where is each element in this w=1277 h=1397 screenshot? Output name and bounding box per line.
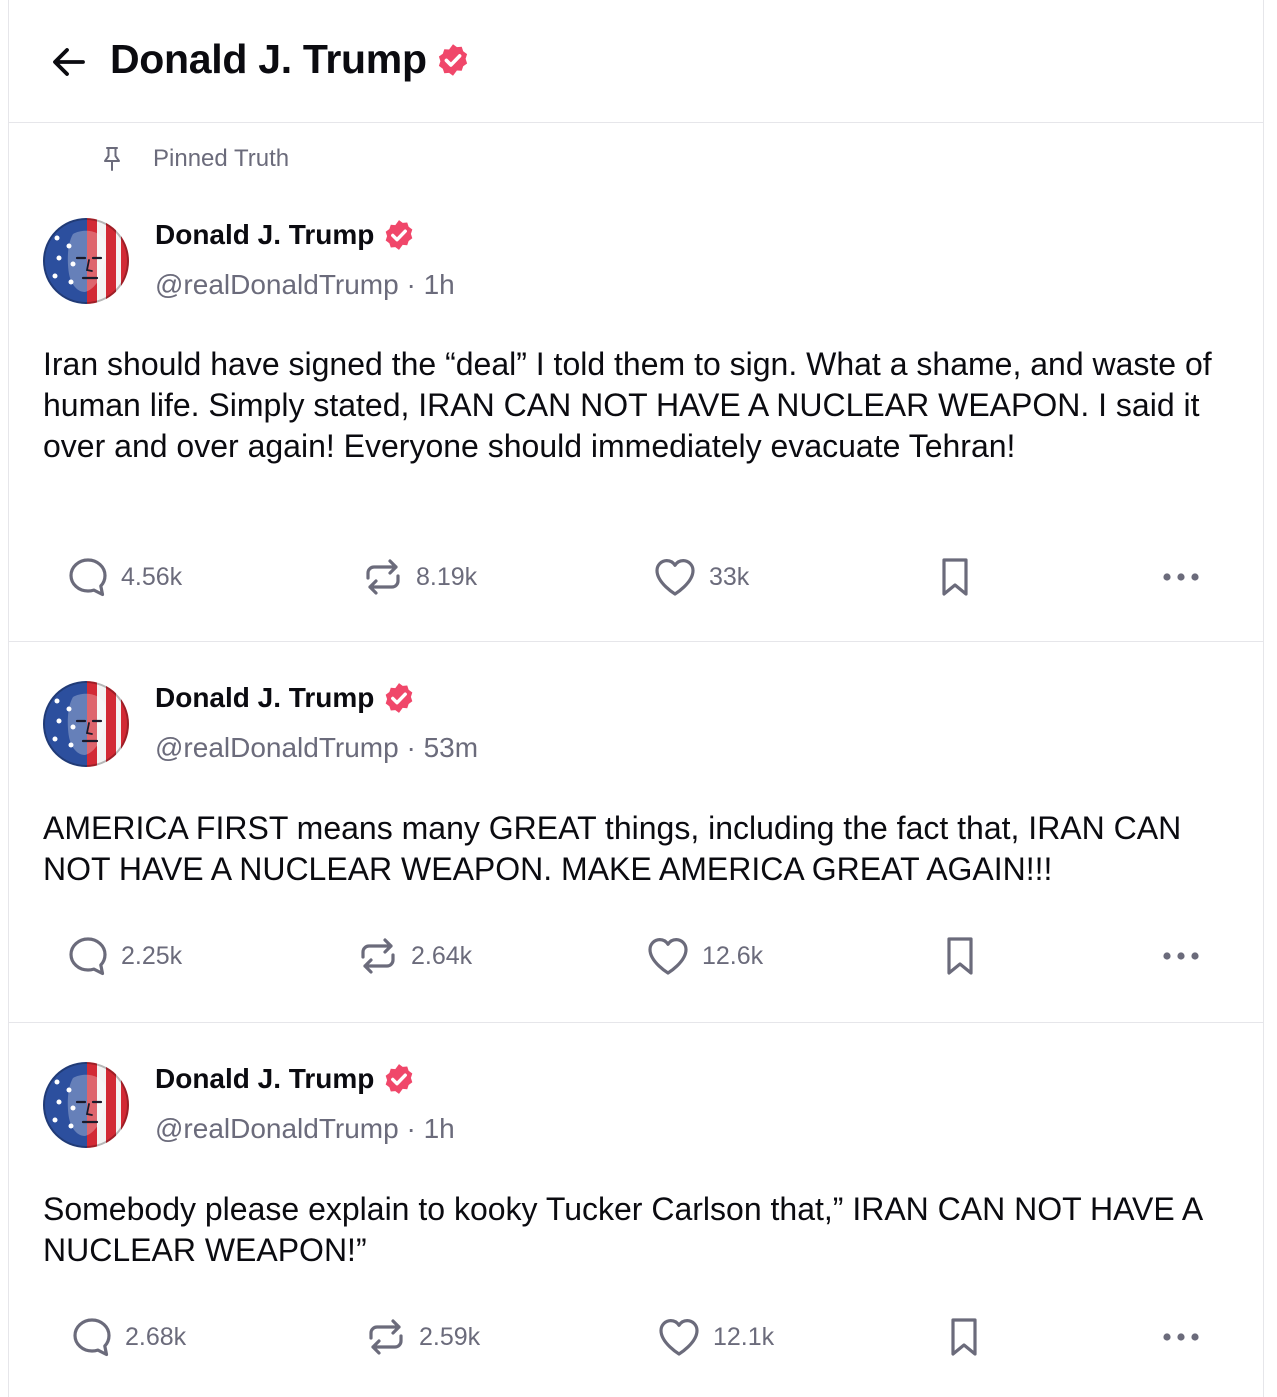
author-name-text: Donald J. Trump bbox=[155, 1063, 375, 1094]
more-icon bbox=[1163, 1333, 1199, 1341]
post[interactable]: Pinned Truth Donald J. Trump @realDonald… bbox=[9, 123, 1263, 642]
avatar[interactable] bbox=[43, 1062, 129, 1148]
author-handle-time[interactable]: @realDonaldTrump · 53m bbox=[155, 732, 478, 764]
retruth-count: 8.19k bbox=[416, 562, 478, 591]
retruth-icon bbox=[361, 938, 395, 974]
bookmark-icon bbox=[951, 1318, 977, 1356]
page-title-text: Donald J. Trump bbox=[110, 36, 427, 82]
author-name-text: Donald J. Trump bbox=[155, 682, 375, 713]
pinned-label: Pinned Truth bbox=[153, 145, 290, 172]
more-icon bbox=[1163, 573, 1199, 581]
profile-header: Donald J. Trump bbox=[9, 0, 1263, 123]
verified-badge-icon bbox=[435, 42, 471, 78]
author-name[interactable]: Donald J. Trump bbox=[155, 218, 416, 252]
like-button[interactable]: 12.6k bbox=[646, 931, 763, 981]
more-options-button[interactable] bbox=[1159, 931, 1203, 981]
retruth-icon bbox=[369, 1319, 403, 1355]
retruth-button[interactable]: 2.59k bbox=[365, 1312, 480, 1362]
retruth-count: 2.59k bbox=[419, 1322, 481, 1351]
timeline: Donald J. Trump Pinned Truth Donald J. T… bbox=[8, 0, 1264, 1397]
back-button[interactable] bbox=[47, 40, 91, 84]
author-name[interactable]: Donald J. Trump bbox=[155, 1062, 416, 1096]
reply-button[interactable]: 2.68k bbox=[71, 1312, 186, 1362]
back-arrow-icon bbox=[53, 48, 85, 76]
retruth-button[interactable]: 2.64k bbox=[357, 931, 472, 981]
bookmark-button[interactable] bbox=[940, 931, 980, 981]
reply-icon bbox=[69, 937, 107, 976]
post-actions: 4.56k 8.19k 33k bbox=[9, 552, 1263, 602]
verified-badge-icon bbox=[382, 681, 416, 715]
author-handle-time[interactable]: @realDonaldTrump · 1h bbox=[155, 1113, 455, 1145]
avatar[interactable] bbox=[43, 681, 129, 767]
more-options-button[interactable] bbox=[1159, 552, 1203, 602]
more-icon bbox=[1163, 952, 1199, 960]
like-icon bbox=[659, 1319, 699, 1356]
like-icon bbox=[648, 938, 688, 975]
like-count: 12.1k bbox=[713, 1322, 775, 1351]
retruth-count: 2.64k bbox=[411, 941, 473, 970]
pinned-indicator: Pinned Truth bbox=[101, 145, 289, 173]
retruth-button[interactable]: 8.19k bbox=[362, 552, 477, 602]
author-name[interactable]: Donald J. Trump bbox=[155, 681, 416, 715]
reply-icon bbox=[73, 1318, 111, 1357]
bookmark-button[interactable] bbox=[944, 1312, 984, 1362]
reply-icon bbox=[69, 558, 107, 597]
post[interactable]: Donald J. Trump @realDonaldTrump · 1h So… bbox=[9, 1023, 1263, 1397]
reply-button[interactable]: 4.56k bbox=[67, 552, 182, 602]
author-handle-time[interactable]: @realDonaldTrump · 1h bbox=[155, 269, 455, 301]
bookmark-icon bbox=[942, 558, 968, 596]
like-count: 12.6k bbox=[702, 941, 764, 970]
reply-count: 2.68k bbox=[125, 1322, 187, 1351]
reply-button[interactable]: 2.25k bbox=[67, 931, 182, 981]
like-button[interactable]: 12.1k bbox=[657, 1312, 774, 1362]
more-options-button[interactable] bbox=[1159, 1312, 1203, 1362]
post-text: Somebody please explain to kooky Tucker … bbox=[43, 1191, 1202, 1268]
like-icon bbox=[655, 559, 695, 596]
post-actions: 2.25k 2.64k 12.6k bbox=[9, 931, 1263, 981]
author-name-text: Donald J. Trump bbox=[155, 219, 375, 250]
page-title: Donald J. Trump bbox=[110, 36, 471, 83]
like-button[interactable]: 33k bbox=[653, 552, 749, 602]
post-actions: 2.68k 2.59k 12.1k bbox=[9, 1312, 1263, 1362]
retruth-icon bbox=[366, 559, 400, 595]
bookmark-icon bbox=[947, 937, 973, 975]
like-count: 33k bbox=[709, 562, 750, 591]
verified-badge-icon bbox=[382, 1062, 416, 1096]
avatar[interactable] bbox=[43, 218, 129, 304]
post-text: AMERICA FIRST means many GREAT things, i… bbox=[43, 810, 1182, 887]
reply-count: 4.56k bbox=[121, 562, 183, 591]
post-text: Iran should have signed the “deal” I tol… bbox=[43, 346, 1212, 464]
verified-badge-icon bbox=[382, 218, 416, 252]
reply-count: 2.25k bbox=[121, 941, 183, 970]
post[interactable]: Donald J. Trump @realDonaldTrump · 53m A… bbox=[9, 642, 1263, 1023]
bookmark-button[interactable] bbox=[935, 552, 975, 602]
pin-icon bbox=[104, 147, 120, 171]
